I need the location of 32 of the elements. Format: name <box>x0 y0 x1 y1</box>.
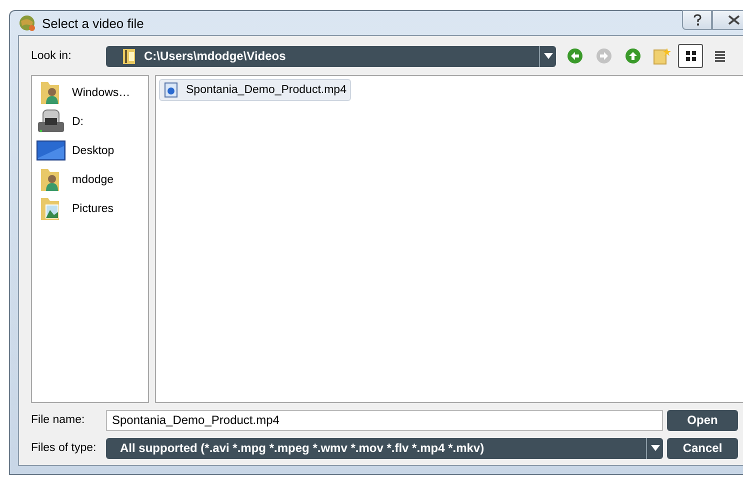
file-type-label: Files of type: <box>31 442 98 454</box>
new-folder-icon <box>652 47 670 65</box>
list-view-icon <box>714 50 726 62</box>
video-file-icon <box>164 82 178 98</box>
close-button[interactable] <box>712 10 743 30</box>
globe-icon <box>18 14 36 32</box>
video-folder-icon <box>122 47 136 65</box>
look-in-dropdown[interactable]: C:\Users\mdodge\Videos <box>106 46 556 66</box>
look-in-label: Look in: <box>31 50 72 62</box>
cancel-button[interactable]: Cancel <box>667 438 738 458</box>
look-in-path: C:\Users\mdodge\Videos <box>144 49 287 63</box>
dropdown-arrow-icon <box>650 445 660 451</box>
close-icon <box>728 15 740 25</box>
window-title: Select a video file <box>42 16 144 30</box>
help-button[interactable] <box>682 10 712 30</box>
list-view-button[interactable] <box>678 44 703 68</box>
sidebar-item[interactable]: Pictures <box>36 196 148 222</box>
file-type-dropdown[interactable]: All supported (*.avi *.mpg *.mpeg *.wmv *.mov *.flv *.mp4 *.mkv) <box>106 438 663 458</box>
file-type-value: All supported (*.avi *.mpg *.mpeg *.wmv *.mov *.flv *.mp4 *.mkv) <box>120 441 486 455</box>
sidebar-item[interactable]: mdodge <box>36 167 148 193</box>
sidebar-item[interactable]: Windows… <box>36 80 148 106</box>
sidebar-item[interactable]: Desktop <box>36 138 148 164</box>
file-item[interactable]: Spontania_Demo_Product.mp4 <box>159 79 352 101</box>
file-name-label: File name: <box>31 414 86 426</box>
help-icon <box>692 14 702 26</box>
desktop-icon <box>36 140 66 162</box>
dropdown-arrow-icon <box>544 53 552 59</box>
sidebar-item[interactable]: D: <box>36 109 148 135</box>
open-button[interactable]: Open <box>667 410 738 430</box>
grid-view-icon <box>684 50 696 62</box>
drive-icon <box>36 109 66 135</box>
file-name-field[interactable]: Spontania_Demo_Product.mp4 <box>106 410 663 430</box>
